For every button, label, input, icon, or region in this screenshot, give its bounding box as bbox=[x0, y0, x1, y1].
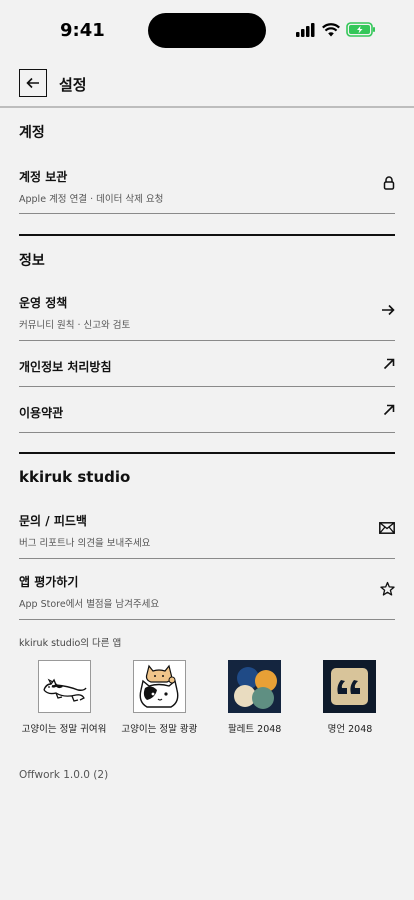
mail-icon bbox=[379, 522, 395, 534]
star-icon bbox=[380, 581, 395, 597]
app-name: 고양이는 정말 귀여워 bbox=[21, 724, 107, 735]
external-arrow-icon bbox=[383, 404, 395, 416]
signal-icon bbox=[296, 22, 315, 37]
wifi-icon bbox=[322, 22, 340, 36]
row-title: 계정 보관 bbox=[19, 170, 68, 184]
arrow-left-icon bbox=[26, 77, 39, 89]
palette-icon bbox=[228, 660, 282, 713]
row-title: 개인정보 처리방침 bbox=[19, 360, 112, 374]
app-card[interactable]: 팔레트 2048 bbox=[210, 660, 300, 735]
row-operation-policy[interactable]: 운영 정책 커뮤니티 원칙 · 신고와 검토 bbox=[19, 280, 395, 341]
row-title: 앱 평가하기 bbox=[19, 575, 79, 589]
row-title: 이용약관 bbox=[19, 406, 64, 420]
other-apps-label: kkiruk studio의 다른 앱 bbox=[19, 638, 122, 649]
cat-lying-icon bbox=[37, 660, 91, 713]
status-bar: 9:41 bbox=[0, 0, 414, 60]
app-version: Offwork 1.0.0 (2) bbox=[19, 769, 109, 781]
arrow-right-icon bbox=[381, 304, 395, 316]
row-title: 문의 / 피드백 bbox=[19, 514, 87, 528]
row-subtitle: Apple 계정 연결 · 데이터 삭제 요청 bbox=[19, 194, 164, 205]
row-feedback[interactable]: 문의 / 피드백 버그 리포트나 의견을 보내주세요 bbox=[19, 498, 395, 559]
app-card[interactable]: 고양이는 정말 쾅쾅 bbox=[114, 660, 204, 735]
app-name: 명언 2048 bbox=[327, 724, 373, 735]
row-subtitle: 커뮤니티 원칙 · 신고와 검토 bbox=[19, 320, 131, 331]
page-title: 설정 bbox=[59, 76, 87, 94]
row-title: 운영 정책 bbox=[19, 296, 68, 310]
app-card[interactable]: 고양이는 정말 귀여워 bbox=[19, 660, 109, 735]
row-terms-of-service[interactable]: 이용약관 bbox=[19, 387, 395, 433]
cat-stack-icon bbox=[132, 660, 186, 713]
row-account-archive[interactable]: 계정 보관 Apple 계정 연결 · 데이터 삭제 요청 bbox=[19, 152, 395, 214]
battery-icon bbox=[346, 22, 375, 37]
other-apps-list: 고양이는 정말 귀여워 고양이는 정말 쾅쾅 팔레트 2048 명언 2048 bbox=[19, 660, 395, 735]
status-time: 9:41 bbox=[60, 20, 105, 41]
settings-content: 계정 계정 보관 Apple 계정 연결 · 데이터 삭제 요청 정보 운영 정… bbox=[19, 108, 395, 781]
app-name: 팔레트 2048 bbox=[227, 724, 282, 735]
status-icons bbox=[296, 22, 376, 37]
row-subtitle: 버그 리포트나 의견을 보내주세요 bbox=[19, 538, 151, 549]
section-title-account: 계정 bbox=[19, 125, 45, 141]
nav-header: 설정 bbox=[0, 60, 414, 108]
back-button[interactable] bbox=[19, 69, 47, 97]
row-subtitle: App Store에서 별점을 남겨주세요 bbox=[19, 599, 160, 610]
app-name: 고양이는 정말 쾅쾅 bbox=[121, 724, 198, 735]
app-card[interactable]: 명언 2048 bbox=[305, 660, 395, 735]
lock-icon bbox=[383, 175, 395, 190]
quote-icon bbox=[323, 660, 377, 713]
dynamic-island bbox=[148, 13, 266, 48]
external-arrow-icon bbox=[383, 358, 395, 370]
row-privacy-policy[interactable]: 개인정보 처리방침 bbox=[19, 341, 395, 387]
section-title-info: 정보 bbox=[19, 253, 45, 269]
section-title-studio: kkiruk studio bbox=[19, 468, 131, 486]
row-rate-app[interactable]: 앱 평가하기 App Store에서 별점을 남겨주세요 bbox=[19, 559, 395, 620]
